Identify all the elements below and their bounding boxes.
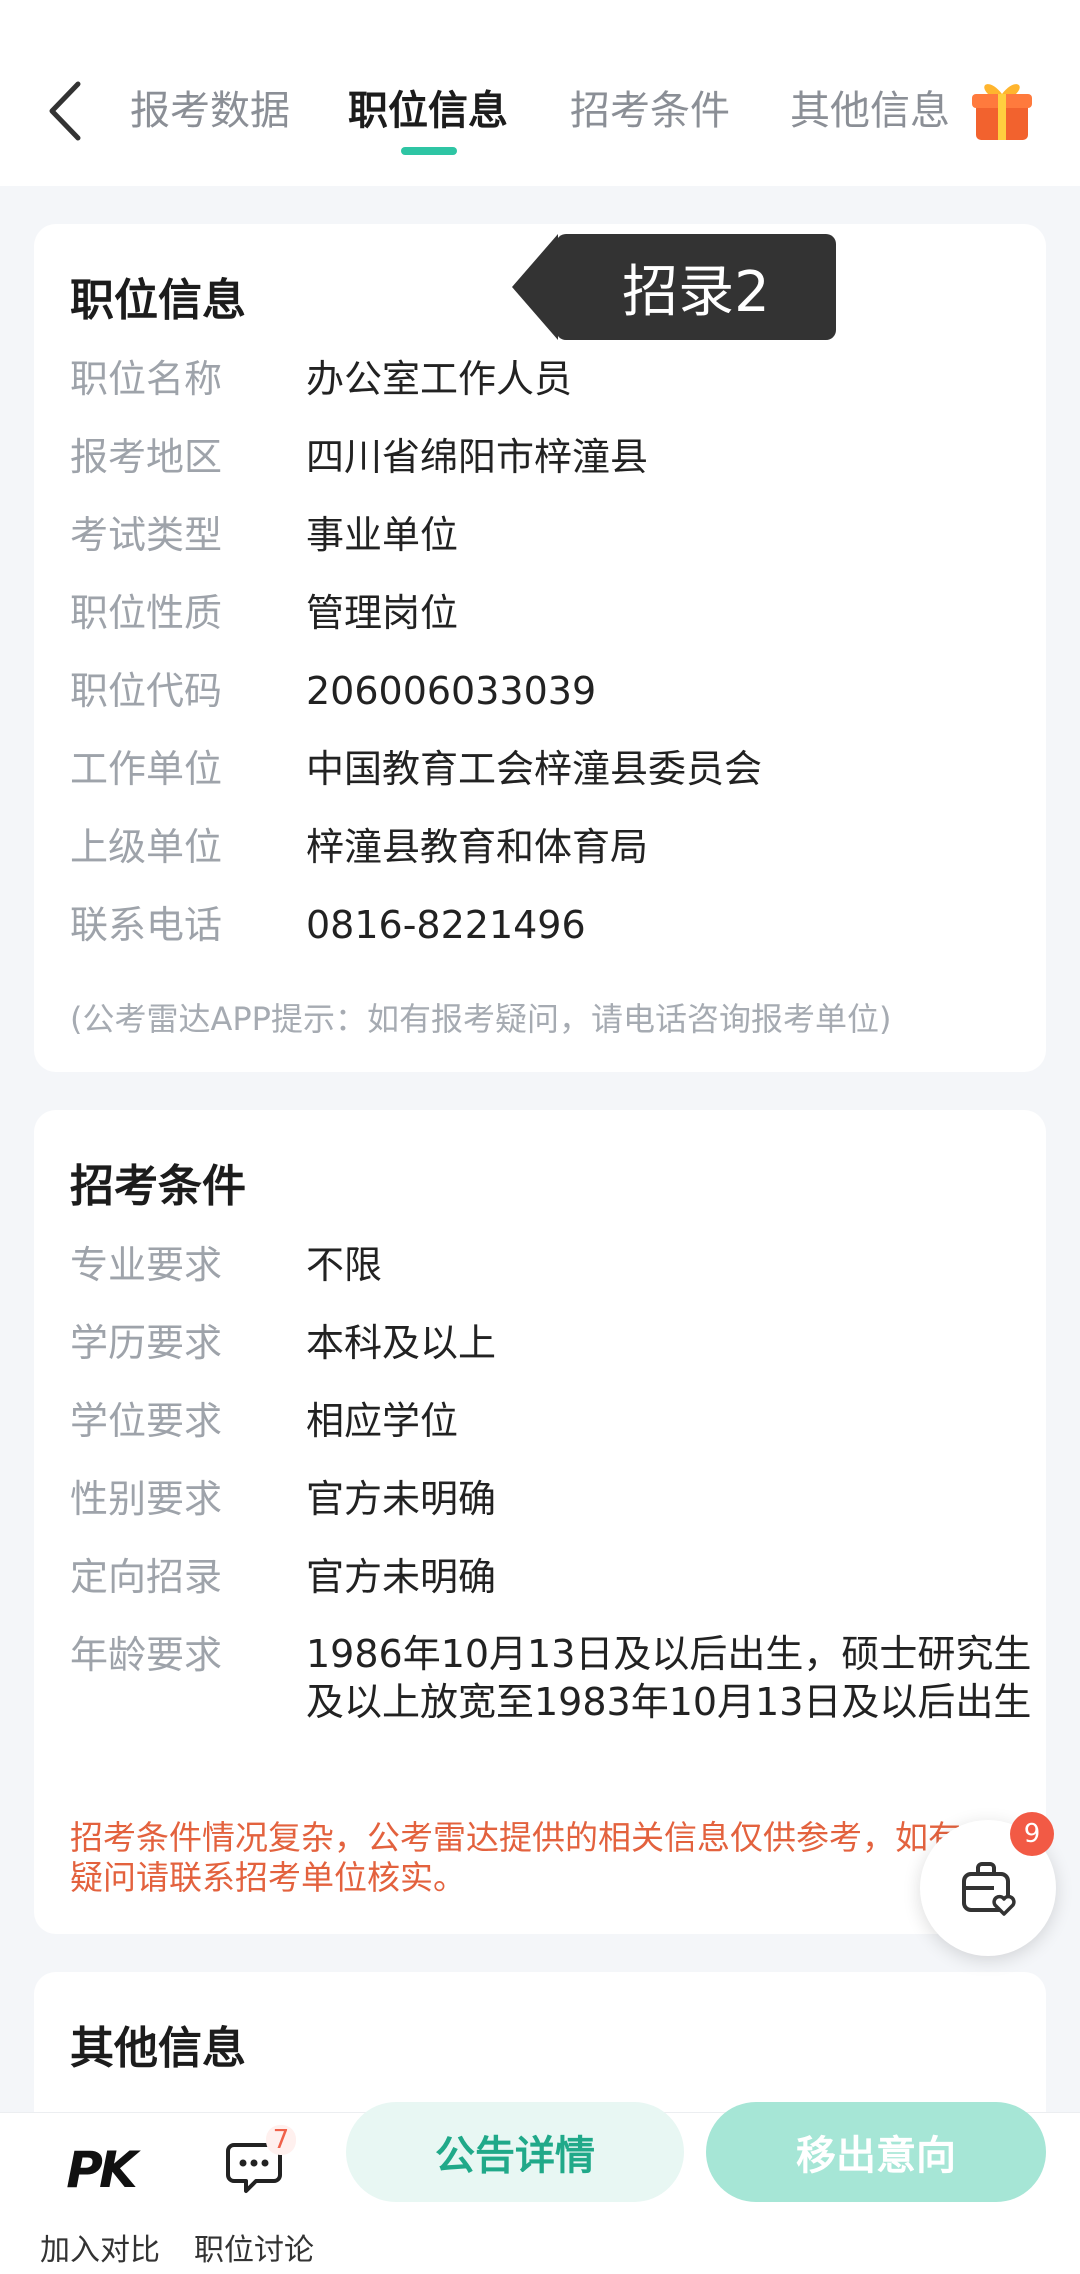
conditions-card: 招考条件 专业要求 不限 学历要求 本科及以上 学位要求 相应学位 性别要求 官…: [34, 1110, 1046, 1934]
row-label: 职位代码: [70, 669, 223, 713]
row-value: 官方未明确: [306, 1555, 497, 1599]
active-tab-indicator: [401, 147, 457, 155]
gift-icon[interactable]: [970, 76, 1034, 142]
basket-heart-icon: [962, 1862, 1016, 1916]
row-value: 事业单位: [306, 513, 459, 557]
tab-position-info[interactable]: 职位信息: [348, 78, 508, 136]
row-label: 考试类型: [70, 513, 223, 557]
card-title: 招考条件: [70, 1161, 246, 1212]
phone-number[interactable]: 0816-8221496: [306, 900, 1046, 950]
add-compare-button[interactable]: PK 加入对比: [20, 2113, 180, 2274]
announcement-details-button[interactable]: 公告详情: [346, 2102, 684, 2202]
row-value: 办公室工作人员: [306, 357, 573, 401]
tooltip-arrow: [512, 234, 558, 340]
contact-hint: (公考雷达APP提示：如有报考疑问，请电话咨询报考单位): [70, 1000, 892, 1038]
top-nav: 报考数据 职位信息 招考条件 其他信息: [0, 0, 1080, 186]
row-value: 1986年10月13日及以后出生，硕士研究生及以上放宽至1983年10月13日及…: [306, 1632, 1032, 1724]
position-info-card: 职位信息 职位名称 办公室工作人员 报考地区 四川省绵阳市梓潼县 考试类型 事业…: [34, 224, 1046, 1072]
row-label: 报考地区: [70, 435, 223, 479]
row-label: 专业要求: [70, 1243, 223, 1287]
row-label: 职位名称: [70, 357, 223, 401]
discussion-count-badge: 7: [266, 2125, 296, 2155]
row-value: 梓潼县教育和体育局: [306, 825, 649, 869]
row-value: 相应学位: [306, 1399, 459, 1443]
row-label: 定向招录: [70, 1555, 223, 1599]
basket-count-badge: 9: [1010, 1812, 1054, 1856]
row-value: 管理岗位: [306, 591, 459, 635]
card-title: 其他信息: [70, 2023, 246, 2074]
row-label: 性别要求: [70, 1477, 223, 1521]
add-compare-label: 加入对比: [40, 2233, 160, 2268]
conditions-warning: 招考条件情况复杂，公考雷达提供的相关信息仅供参考，如有疑问请联系招考单位核实。: [70, 1818, 961, 1897]
position-discussion-button[interactable]: 职位讨论: [174, 2113, 334, 2274]
card-title: 职位信息: [70, 275, 246, 326]
tab-registration-data[interactable]: 报考数据: [130, 78, 290, 136]
row-value: 四川省绵阳市梓潼县: [306, 435, 649, 479]
row-label: 年龄要求: [70, 1633, 223, 1677]
row-label: 工作单位: [70, 747, 223, 791]
row-value: 官方未明确: [306, 1477, 497, 1521]
row-value: 不限: [306, 1243, 383, 1287]
row-value: 本科及以上: [306, 1321, 497, 1365]
row-value: 中国教育工会梓潼县委员会: [306, 747, 763, 791]
back-arrow-icon[interactable]: [44, 80, 94, 142]
row-label: 上级单位: [70, 825, 223, 869]
row-label: 联系电话: [70, 903, 223, 947]
recruit-count-tooltip: 招录2: [556, 234, 836, 340]
pk-icon: PK: [66, 2141, 137, 2199]
row-label: 学位要求: [70, 1399, 223, 1443]
tab-other-info[interactable]: 其他信息: [790, 78, 950, 136]
remove-intention-button[interactable]: 移出意向: [706, 2102, 1046, 2202]
tab-conditions[interactable]: 招考条件: [570, 78, 730, 136]
row-value[interactable]: 206006033039: [306, 666, 1046, 716]
row-label: 学历要求: [70, 1321, 223, 1365]
position-discussion-label: 职位讨论: [194, 2233, 314, 2268]
row-label: 职位性质: [70, 591, 223, 635]
